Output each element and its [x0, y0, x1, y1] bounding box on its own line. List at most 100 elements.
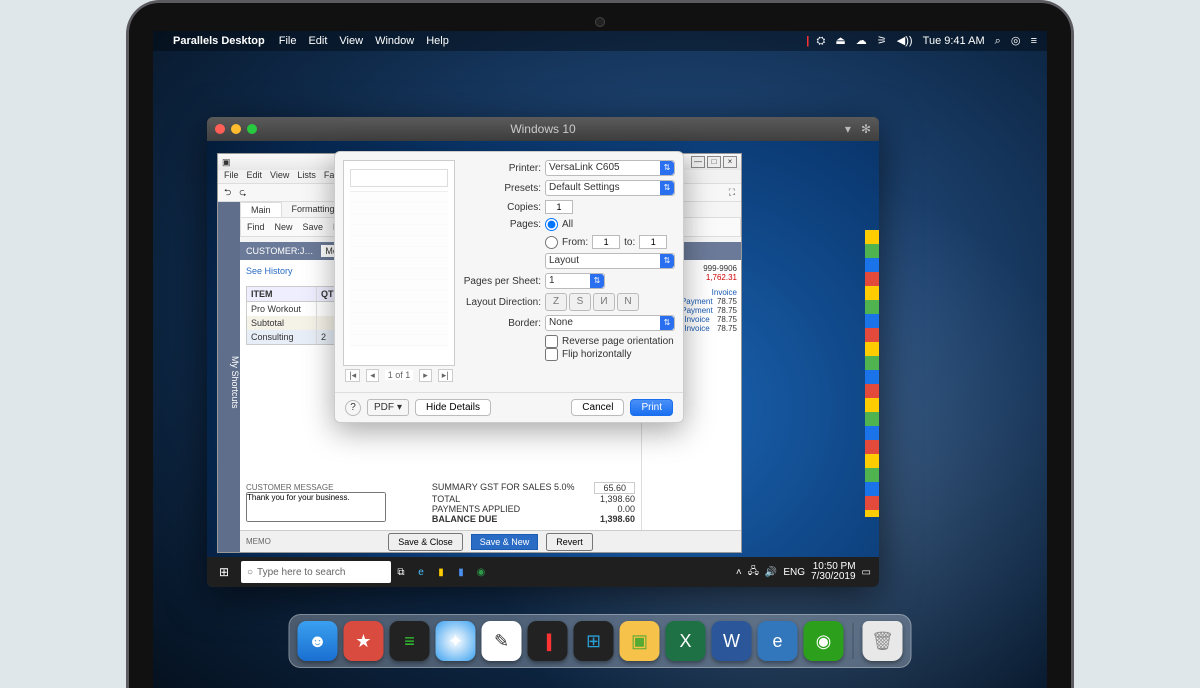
maximize-icon[interactable] — [247, 124, 257, 134]
first-page-icon[interactable]: |◂ — [345, 369, 360, 382]
pps-select[interactable]: 1⇅ — [545, 273, 605, 289]
printer-select[interactable]: VersaLink C605⇅ — [545, 160, 675, 176]
volume-icon[interactable]: 🔊 — [765, 567, 777, 578]
shortcuts-sidebar[interactable]: My Shortcuts — [218, 202, 240, 552]
close-icon[interactable] — [215, 124, 225, 134]
tray-icon[interactable]: ⛭ — [816, 35, 825, 47]
see-history-link[interactable]: See History — [246, 266, 293, 276]
taskbar-app-icon[interactable]: e — [411, 562, 431, 582]
menu-help[interactable]: Help — [426, 35, 449, 47]
wifi-icon[interactable]: ⚞ — [877, 35, 887, 47]
app-icon: ▣ — [222, 157, 231, 168]
minimize-icon[interactable] — [231, 124, 241, 134]
pps-label: Pages per Sheet: — [463, 276, 541, 287]
hide-details-button[interactable]: Hide Details — [415, 399, 491, 416]
dock-parallels-icon[interactable]: || — [528, 621, 568, 661]
toolbar-icon[interactable]: ⮎ — [239, 185, 246, 201]
to-input[interactable] — [639, 235, 667, 249]
siri-icon[interactable]: ◎ — [1011, 35, 1021, 47]
pages-range-radio[interactable] — [545, 236, 558, 249]
search-input[interactable]: ○Type here to search — [241, 561, 391, 583]
print-button[interactable]: Print — [630, 399, 673, 416]
taskbar-app-icon[interactable]: ▮ — [431, 562, 451, 582]
clock[interactable]: Tue 9:41 AM — [923, 35, 985, 47]
next-page-icon[interactable]: ▸ — [419, 369, 432, 382]
section-select[interactable]: Layout⇅ — [545, 253, 675, 269]
customer-message: CUSTOMER MESSAGE Thank you for your busi… — [246, 483, 386, 524]
message-textarea[interactable]: Thank you for your business. — [246, 492, 386, 522]
presets-select[interactable]: Default Settings⇅ — [545, 180, 675, 196]
taskbar-app-icon[interactable]: ◉ — [471, 562, 491, 582]
save-close-button[interactable]: Save & Close — [388, 533, 463, 551]
action-center-icon[interactable]: ▭ — [862, 567, 871, 578]
chevron-updown-icon: ⇅ — [660, 316, 674, 330]
cancel-button[interactable]: Cancel — [571, 399, 624, 416]
win-maximize-icon[interactable]: □ — [707, 156, 721, 168]
menu-view[interactable]: View — [270, 170, 289, 183]
taskbar-clock[interactable]: 10:50 PM7/30/2019 — [811, 562, 856, 582]
menu-file[interactable]: File — [224, 170, 239, 183]
pages-all-radio[interactable] — [545, 218, 558, 231]
chevron-down-icon[interactable]: ▾ — [845, 122, 851, 136]
help-icon[interactable]: ? — [345, 400, 361, 416]
find-button[interactable]: Find — [247, 222, 265, 232]
dock-separator — [853, 623, 854, 659]
macos-desktop: Parallels Desktop File Edit View Window … — [153, 31, 1047, 688]
prev-page-icon[interactable]: ◂ — [366, 369, 379, 382]
dock-quickbooks-icon[interactable]: ◉ — [804, 621, 844, 661]
dock-trash-icon[interactable]: 🗑 — [863, 621, 903, 661]
dock-windows-icon[interactable]: ⊞ — [574, 621, 614, 661]
task-view-icon[interactable]: ⧉ — [391, 562, 411, 582]
print-preview: |◂ ◂ 1 of 1 ▸ ▸| — [343, 160, 455, 384]
save-button[interactable]: Save — [303, 222, 324, 232]
start-button[interactable]: ⊞ — [207, 565, 241, 579]
flip-checkbox[interactable] — [545, 348, 558, 361]
dock-notes-icon[interactable]: ✎ — [482, 621, 522, 661]
volume-icon[interactable]: ◀)) — [897, 35, 913, 47]
dock-word-icon[interactable]: W — [712, 621, 752, 661]
col-item: ITEM — [247, 287, 317, 301]
fullscreen-icon[interactable]: ⛶ — [729, 187, 735, 198]
tray-icon[interactable]: ⏏ — [835, 35, 845, 47]
win-minimize-icon[interactable]: — — [691, 156, 705, 168]
save-new-button[interactable]: Save & New — [471, 534, 539, 550]
dock-safari-icon[interactable]: ✦ — [436, 621, 476, 661]
menu-view[interactable]: View — [339, 35, 363, 47]
revert-button[interactable]: Revert — [546, 533, 593, 551]
menu-window[interactable]: Window — [375, 35, 414, 47]
spotlight-icon[interactable]: ⌕ — [995, 35, 1001, 47]
dock-excel-icon[interactable]: X — [666, 621, 706, 661]
last-page-icon[interactable]: ▸| — [438, 369, 453, 382]
win-close-icon[interactable]: × — [723, 156, 737, 168]
tray-chevron-icon[interactable]: ˄ — [736, 567, 742, 578]
gear-icon[interactable]: ✻ — [861, 122, 871, 136]
menu-edit[interactable]: Edit — [247, 170, 263, 183]
toolbar-icon[interactable]: ⮌ — [224, 185, 231, 201]
menu-lists[interactable]: Lists — [297, 170, 316, 183]
new-button[interactable]: New — [275, 222, 293, 232]
direction-segment[interactable]: ZSИN — [545, 293, 639, 311]
menu-file[interactable]: File — [279, 35, 297, 47]
border-select[interactable]: None⇅ — [545, 315, 675, 331]
dock-files-icon[interactable]: ▣ — [620, 621, 660, 661]
dock-finder-icon[interactable]: ☻ — [298, 621, 338, 661]
print-dialog: |◂ ◂ 1 of 1 ▸ ▸| Printer:VersaLink C605⇅ — [334, 151, 684, 423]
windows-desktop: ▣ — □ × File Edit View — [207, 141, 879, 587]
taskbar-app-icon[interactable]: ▮ — [451, 562, 471, 582]
copies-input[interactable] — [545, 200, 573, 214]
vm-titlebar[interactable]: Windows 10 ▾ ✻ — [207, 117, 879, 141]
notification-center-icon[interactable]: ≡ — [1031, 35, 1037, 47]
chevron-down-icon: ▾ — [397, 402, 402, 413]
tab-main[interactable]: Main — [240, 202, 282, 217]
dock-app-icon[interactable]: ≡ — [390, 621, 430, 661]
language-indicator[interactable]: ENG — [783, 567, 805, 578]
from-input[interactable] — [592, 235, 620, 249]
pdf-menu[interactable]: PDF▾ — [367, 399, 409, 416]
tray-icon[interactable]: ☁ — [856, 35, 867, 47]
menu-edit[interactable]: Edit — [308, 35, 327, 47]
dock-app-icon[interactable]: ★ — [344, 621, 384, 661]
reverse-checkbox[interactable] — [545, 335, 558, 348]
network-icon[interactable]: 🖧 — [748, 564, 759, 581]
menubar-app-name[interactable]: Parallels Desktop — [173, 35, 265, 47]
dock-edge-icon[interactable]: e — [758, 621, 798, 661]
